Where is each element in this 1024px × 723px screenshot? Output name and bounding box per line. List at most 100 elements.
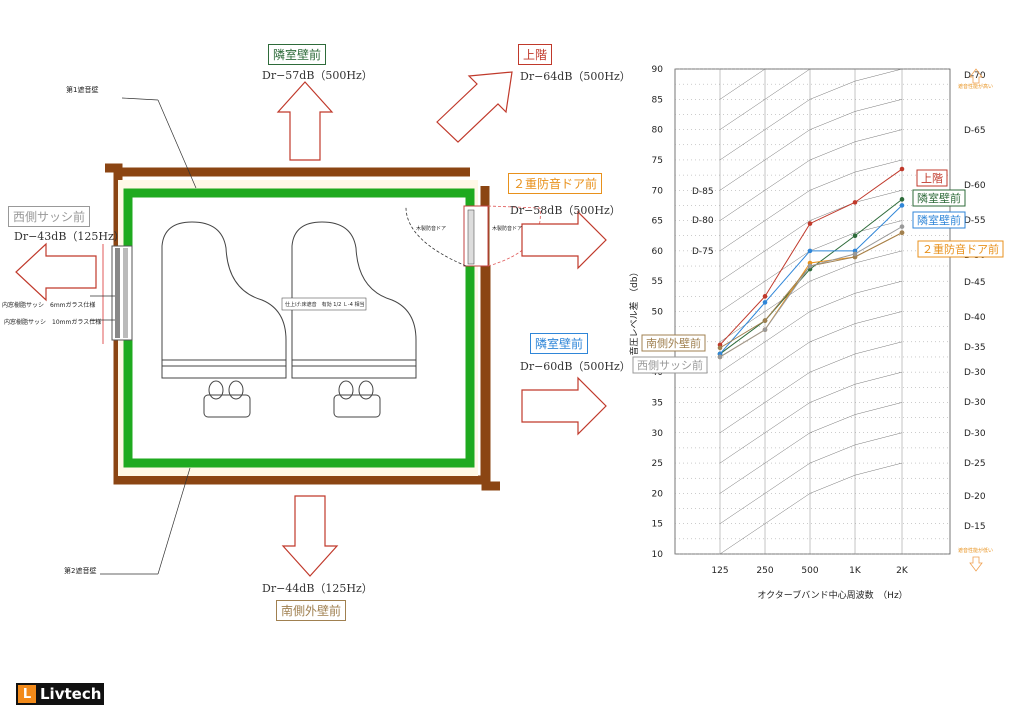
series-tag-label: 隣室壁前 xyxy=(917,191,961,205)
door-value: Dr−58dB（500Hz） xyxy=(510,204,621,217)
series-point xyxy=(899,203,905,208)
y-tick-label: 70 xyxy=(652,186,664,196)
north-title: 隣室壁前 xyxy=(268,44,327,65)
east-value: Dr−60dB（500Hz） xyxy=(520,360,631,373)
right-d-label: D-30 xyxy=(964,368,986,378)
door-title: ２重防音ドア前 xyxy=(508,173,603,194)
series-tag: ２重防音ドア前 xyxy=(917,240,1004,258)
y-tick-label: 90 xyxy=(652,65,664,75)
sash-label-outer: 内窓樹脂サッシ 6mmガラス仕様 xyxy=(2,302,96,309)
series-tag-label: 上階 xyxy=(921,171,943,185)
x-tick-label: 500 xyxy=(801,566,818,576)
wall-label-1: 第1遮音壁 xyxy=(66,86,99,94)
arrow-west xyxy=(15,242,97,302)
door-label-right: 木製防音ドア xyxy=(492,226,523,232)
y-tick-label: 85 xyxy=(652,95,663,105)
series-tag: 隣室壁前 xyxy=(912,189,966,207)
series-point xyxy=(852,251,858,257)
east-title: 隣室壁前 xyxy=(530,333,589,354)
series-point xyxy=(899,166,905,172)
top-note: 遮音性能が高い xyxy=(958,83,993,90)
north-value: Dr−57dB（500Hz） xyxy=(262,69,373,82)
series-tag: 西側サッシ前 xyxy=(632,356,708,374)
y-tick-label: 35 xyxy=(652,398,663,408)
west-sash xyxy=(102,244,133,344)
inner-wall xyxy=(123,188,475,468)
livtech-logo: L Livtech xyxy=(16,683,104,705)
arrow-door xyxy=(521,210,607,270)
series-point xyxy=(807,221,813,226)
right-d-label: D-65 xyxy=(964,126,986,136)
y-tick-label: 50 xyxy=(652,308,664,318)
y-tick-label: 60 xyxy=(652,247,664,257)
west-title: 西側サッシ前 xyxy=(8,206,91,227)
y-tick-label: 10 xyxy=(652,550,664,560)
series-tag: 隣室壁前 xyxy=(912,211,966,229)
upstairs-value: Dr−64dB（500Hz） xyxy=(520,70,631,83)
y-tick-label: 30 xyxy=(652,429,664,439)
right-d-label: D-70 xyxy=(964,71,986,81)
x-tick-label: 2K xyxy=(896,566,909,576)
wall-label-2: 第2遮音壁 xyxy=(64,567,97,575)
inner-d-label: D-80 xyxy=(692,216,714,226)
inner-d-label: D-75 xyxy=(692,247,714,257)
south-value: Dr−44dB（125Hz） xyxy=(262,582,373,595)
y-tick-label: 15 xyxy=(652,520,663,530)
floor-note: 仕上げ:床遮音 有効 1/2 Ｌ-4 相当 xyxy=(285,302,365,308)
right-d-label: D-35 xyxy=(964,343,986,353)
right-d-label: D-60 xyxy=(964,181,986,191)
series-point xyxy=(807,248,813,254)
right-d-label: D-45 xyxy=(964,278,986,288)
y-tick-label: 20 xyxy=(652,489,664,499)
series-point xyxy=(899,230,905,235)
sound-insulation-chart: 1015202530354045505560657075808590125250… xyxy=(628,65,1004,601)
series-tag: 上階 xyxy=(916,169,948,187)
south-title: 南側外壁前 xyxy=(276,600,347,621)
logo-text: Livtech xyxy=(40,685,102,703)
y-tick-label: 65 xyxy=(652,217,663,227)
right-d-label: D-30 xyxy=(964,429,986,439)
series-point xyxy=(762,294,768,299)
x-tick-label: 125 xyxy=(711,566,728,576)
series-point xyxy=(762,327,768,332)
sash-label-inner: 内窓樹脂サッシ 10mmガラス仕様 xyxy=(4,319,102,326)
down-arrow-icon xyxy=(969,556,983,572)
series-tag-label: ２重防音ドア前 xyxy=(922,242,999,256)
series-point xyxy=(852,200,858,205)
inner-d-label: D-85 xyxy=(692,187,714,197)
right-d-label: D-15 xyxy=(964,522,986,532)
y-axis-label: 音圧レベル差 （db） xyxy=(628,268,640,356)
upstairs-title: 上階 xyxy=(518,44,553,65)
arrow-south xyxy=(281,495,339,577)
right-d-label: D-20 xyxy=(964,492,986,502)
logo-mark-icon: L xyxy=(18,685,36,703)
right-d-label: D-55 xyxy=(964,216,986,226)
plot-frame xyxy=(674,68,951,555)
series-tag-label: 西側サッシ前 xyxy=(637,358,703,372)
series-point xyxy=(899,224,905,229)
door-label-left: 木製防音ドア xyxy=(416,226,447,232)
arrow-north xyxy=(276,81,334,161)
x-axis-label: オクターブバンド中心周波数 （Hz） xyxy=(757,589,907,601)
series-point xyxy=(717,345,723,351)
arrow-east xyxy=(521,376,607,436)
series-point xyxy=(762,318,768,323)
y-tick-label: 25 xyxy=(652,459,663,469)
arrow-upstairs xyxy=(436,71,513,143)
right-d-label: D-25 xyxy=(964,459,986,469)
series-point xyxy=(717,354,723,360)
y-tick-label: 55 xyxy=(652,277,663,287)
x-tick-label: 250 xyxy=(756,566,773,576)
series-tag: 南側外壁前 xyxy=(641,334,706,352)
y-tick-label: 80 xyxy=(652,126,664,136)
series-tag-label: 南側外壁前 xyxy=(646,336,701,350)
y-tick-label: 75 xyxy=(652,156,663,166)
x-tick-label: 1K xyxy=(849,566,862,576)
series-point xyxy=(807,263,813,269)
bottom-note: 遮音性能が低い xyxy=(958,547,993,554)
series-point xyxy=(899,197,905,202)
right-d-label: D-30 xyxy=(964,398,986,408)
west-value: Dr−43dB（125Hz） xyxy=(14,230,125,243)
series-point xyxy=(762,300,768,305)
series-point xyxy=(852,233,858,239)
